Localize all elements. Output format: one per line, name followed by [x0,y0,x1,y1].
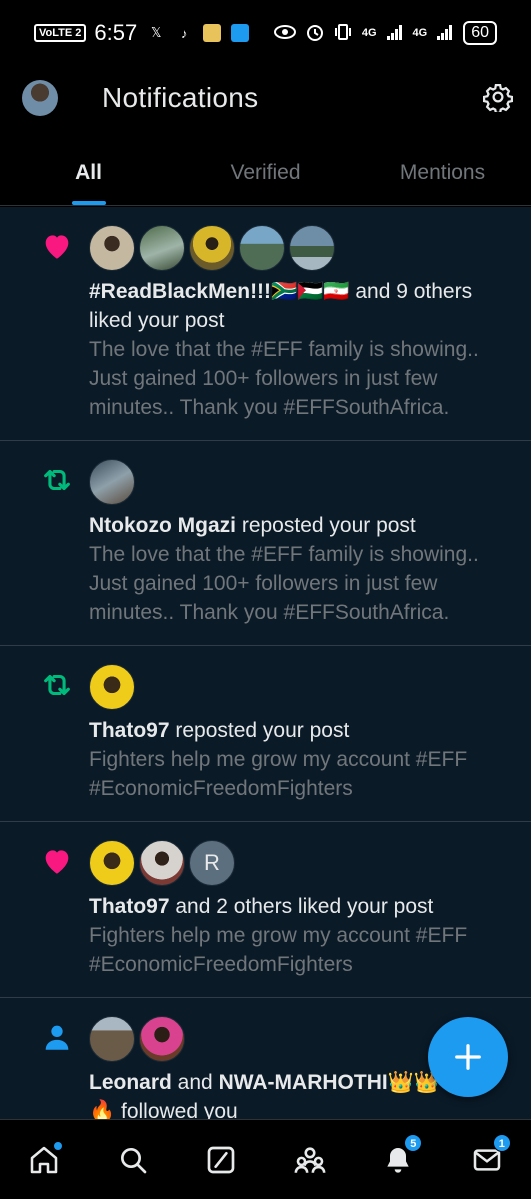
app-header: Notifications [0,66,531,136]
volte-indicator: VoLTE 2 [34,24,87,42]
notification-action: reposted your post [169,719,350,742]
nav-notifications[interactable]: 5 [378,1133,423,1180]
notification-item[interactable]: R Thato97 and 2 others liked your post F… [0,822,531,998]
notification-text: Ntokozo Mgazi reposted your post [89,511,511,540]
messenger-icon [231,24,250,42]
avatar[interactable] [89,225,135,271]
nav-messages[interactable]: 1 [467,1133,511,1180]
repost-icon [40,463,74,497]
nav-communities[interactable] [290,1140,330,1180]
actor-name[interactable]: Thato97 [89,895,170,918]
avatar[interactable] [89,840,135,886]
signal-icon [437,24,453,43]
notification-item[interactable]: Thato97 reposted your post Fighters help… [0,646,531,822]
notification-text: Thato97 and 2 others liked your post [89,892,511,921]
network-type-2: 4G [412,27,428,39]
avatar[interactable] [189,225,235,271]
avatar[interactable] [139,225,185,271]
plus-icon [455,1044,481,1070]
heart-icon [40,844,74,878]
unread-dot [54,1141,63,1150]
communities-icon [294,1146,326,1173]
actor-avatars [89,459,511,505]
signal-icon [386,24,403,43]
tab-mentions[interactable]: Mentions [354,142,531,205]
actor-avatars [89,225,511,271]
avatar[interactable] [139,1016,185,1062]
tab-all[interactable]: All [0,142,177,205]
nav-grok[interactable] [201,1140,241,1180]
search-icon [120,1147,147,1173]
notifications-badge: 5 [404,1133,423,1152]
network-type-1: 4G [361,27,377,39]
status-right: 4G 4G 60 [273,21,497,45]
letter-avatar[interactable]: R [189,840,235,886]
post-snippet: The love that the #EFF family is showing… [89,543,479,624]
heart-icon [40,229,74,263]
nav-search[interactable] [113,1140,153,1180]
bottom-nav: 5 1 [0,1119,531,1199]
avatar[interactable] [139,840,185,886]
post-snippet: Fighters help me grow my account #EFF #E… [89,748,468,800]
notification-item[interactable]: #ReadBlackMen!!!🇿🇦🇵🇸🇮🇷 and 9 others like… [0,207,531,441]
notification-connector: and [171,1071,219,1094]
notification-action: followed you [115,1100,238,1119]
app-icon [203,24,222,42]
actor-name[interactable]: Leonard [89,1071,172,1094]
messages-badge: 1 [492,1133,511,1152]
notification-action: reposted your post [236,514,416,537]
actor-name[interactable]: Ntokozo Mgazi [89,514,236,537]
actor-avatars [89,664,511,710]
compose-button[interactable] [428,1017,508,1097]
notification-text: Thato97 reposted your post [89,716,511,745]
status-bar: VoLTE 2 6:57 𝕏 ♪ 4G 4G 60 [0,0,531,66]
notification-action: and 2 others liked your post [169,895,434,918]
settings-gear-icon[interactable] [483,82,513,114]
avatar[interactable] [89,1016,135,1062]
post-snippet: Fighters help me grow my account #EFF #E… [89,924,468,976]
avatar[interactable] [89,664,135,710]
post-snippet: The love that the #EFF family is showing… [89,338,479,419]
x-icon: 𝕏 [150,25,162,40]
notification-item[interactable]: Ntokozo Mgazi reposted your post The lov… [0,441,531,646]
status-time: 6:57 [94,20,138,45]
profile-avatar[interactable] [22,80,58,116]
tab-verified[interactable]: Verified [177,142,354,205]
repost-icon [40,668,74,702]
notification-text: #ReadBlackMen!!!🇿🇦🇵🇸🇮🇷 and 9 others like… [89,277,511,335]
avatar[interactable] [289,225,335,271]
nav-home[interactable] [24,1140,64,1180]
actor-name[interactable]: #ReadBlackMen!!!🇿🇦🇵🇸🇮🇷 [89,280,350,303]
notification-tabs: All Verified Mentions [0,142,531,206]
avatar[interactable] [89,459,135,505]
grok-icon [207,1146,235,1173]
person-icon [40,1020,74,1054]
battery-indicator: 60 [463,21,497,45]
actor-avatars: R [89,840,511,886]
alarm-icon [306,23,324,44]
eye-icon [273,24,296,43]
vibrate-icon [334,23,352,44]
avatar[interactable] [239,225,285,271]
actor-name[interactable]: Thato97 [89,719,170,742]
tiktok-icon: ♪ [180,25,188,41]
notifications-list: #ReadBlackMen!!!🇿🇦🇵🇸🇮🇷 and 9 others like… [0,207,531,1119]
page-title: Notifications [102,82,259,113]
